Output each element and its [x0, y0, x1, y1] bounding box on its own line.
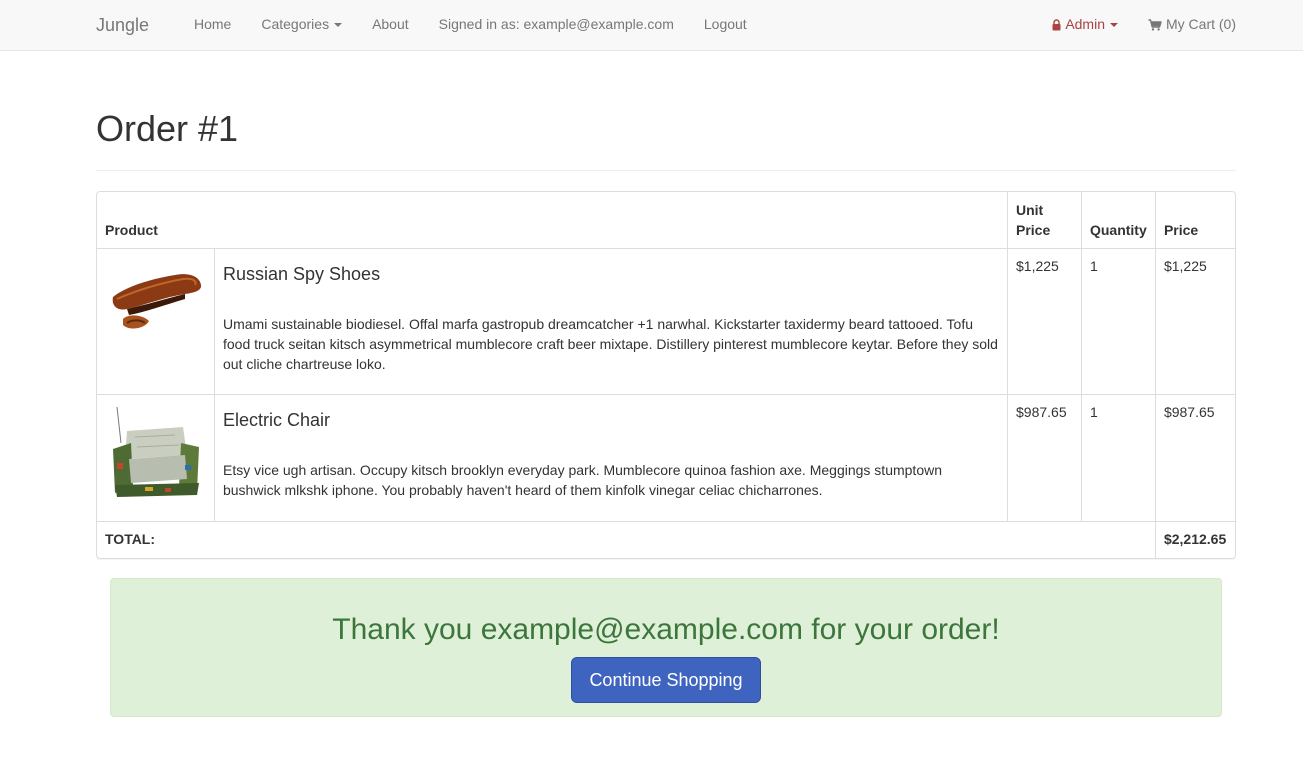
header-unit-price: Unit Price [1007, 192, 1081, 248]
header-quantity: Quantity [1080, 192, 1155, 248]
chair-image [105, 403, 205, 503]
table-row: Russian Spy Shoes Umami sustainable biod… [97, 248, 1235, 394]
header-product: Product [105, 222, 158, 238]
shopping-cart-icon [1148, 19, 1162, 31]
unit-price-cell: $1,225 [1007, 248, 1081, 394]
nav-home-link[interactable]: Home [179, 0, 246, 50]
navbar-inner: Jungle Home Categories About Signed in a… [96, 0, 1236, 50]
top-navbar: Jungle Home Categories About Signed in a… [0, 0, 1303, 51]
product-name: Electric Chair [222, 410, 331, 430]
nav-categories-dropdown[interactable]: Categories [246, 0, 357, 50]
nav-cart-label: My Cart (0) [1166, 16, 1236, 32]
total-label: TOTAL: [97, 521, 1155, 558]
table-row: Electric Chair Etsy vice ugh artisan. Oc… [97, 394, 1235, 521]
continue-shopping-button[interactable]: Continue Shopping [571, 657, 761, 703]
product-name: Russian Spy Shoes [222, 264, 381, 284]
product-description: Umami sustainable biodiesel. Offal marfa… [222, 316, 998, 372]
page-header: Order #1 [96, 108, 1236, 171]
caret-down-icon [334, 23, 343, 27]
header-price: Price [1154, 192, 1235, 248]
price-cell: $1,225 [1154, 248, 1235, 394]
product-info-cell: Russian Spy Shoes Umami sustainable biod… [213, 248, 1007, 394]
quantity-cell: 1 [1080, 394, 1155, 521]
nav-admin-label: Admin [1065, 16, 1105, 32]
price-cell: $987.65 [1154, 394, 1235, 521]
main-content: Order #1 Product Unit Price Quantity Pri… [96, 51, 1236, 559]
caret-down-icon [1110, 23, 1118, 27]
total-row: TOTAL: $2,212.65 [97, 521, 1235, 558]
shoe-image [105, 257, 205, 339]
nav-right-links: Admin My Cart (0) [1037, 0, 1236, 50]
nav-about-link[interactable]: About [357, 0, 424, 50]
nav-categories-label: Categories [261, 16, 330, 32]
product-description: Etsy vice ugh artisan. Occupy kitsch bro… [222, 462, 943, 498]
total-value: $2,212.65 [1154, 521, 1235, 558]
nav-logout-link[interactable]: Logout [689, 0, 762, 50]
nav-admin-dropdown[interactable]: Admin [1037, 0, 1133, 50]
lock-icon [1052, 19, 1061, 31]
brand-link[interactable]: Jungle [96, 14, 149, 36]
order-success-alert: Thank you example@example.com for your o… [110, 578, 1222, 717]
thank-you-message: Thank you example@example.com for your o… [332, 613, 1000, 646]
quantity-cell: 1 [1080, 248, 1155, 394]
table-header-row: Product Unit Price Quantity Price [97, 192, 1235, 248]
order-table: Product Unit Price Quantity Price Russia… [96, 191, 1236, 559]
product-image-cell [97, 394, 214, 521]
page-title: Order #1 [96, 108, 239, 149]
nav-signed-in-link[interactable]: Signed in as: example@example.com [424, 0, 689, 50]
unit-price-cell: $987.65 [1007, 394, 1081, 521]
nav-left-links: Home Categories About Signed in as: exam… [179, 0, 762, 50]
product-info-cell: Electric Chair Etsy vice ugh artisan. Oc… [213, 394, 1007, 521]
nav-cart-link[interactable]: My Cart (0) [1133, 0, 1236, 50]
product-image-cell [97, 248, 214, 394]
